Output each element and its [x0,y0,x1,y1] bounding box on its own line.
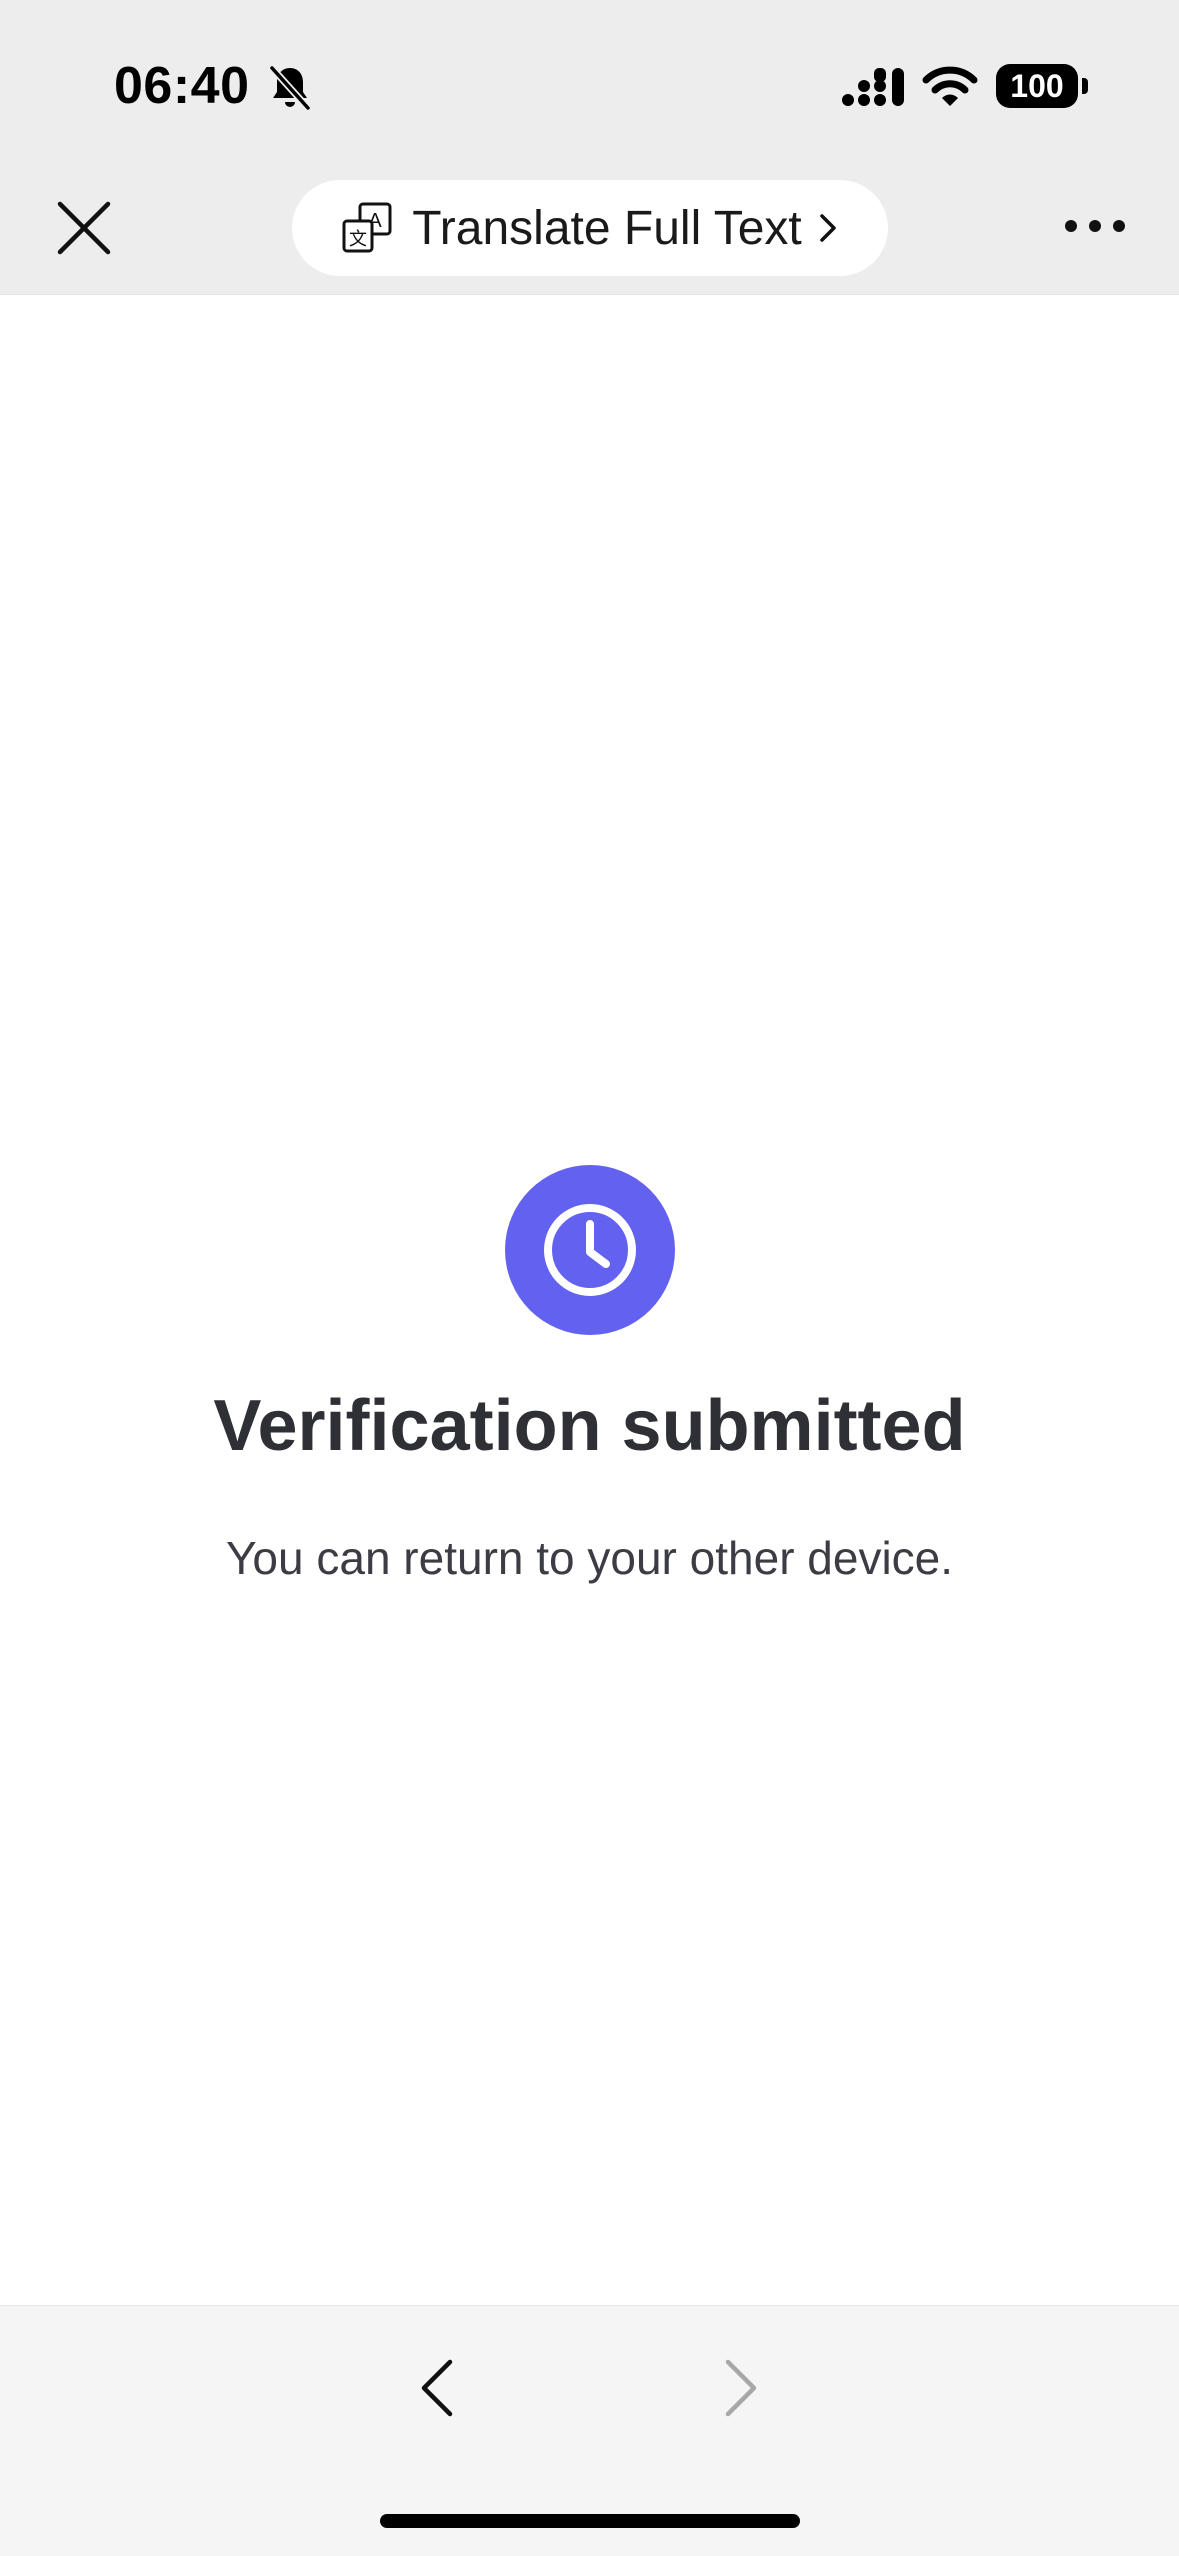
battery-tip [1082,78,1088,94]
status-time: 06:40 [114,57,250,115]
translate-full-text-button[interactable]: A 文 Translate Full Text [292,180,888,276]
chevron-right-icon [725,2359,757,2417]
top-bar: 06:40 100 A 文 Translate Full Text [0,0,1179,295]
chevron-right-small-icon [819,214,836,242]
status-badge [505,1165,675,1335]
signal-icon [842,68,904,106]
battery-icon: 100 [996,64,1078,108]
bell-off-icon [269,65,311,111]
close-icon[interactable] [52,196,116,260]
page-title: Verification submitted [213,1386,966,1466]
translate-label: Translate Full Text [412,201,802,255]
bottom-toolbar [0,2305,1179,2556]
wifi-icon [922,66,978,106]
translate-icon: A 文 [342,202,392,253]
svg-text:文: 文 [349,229,367,250]
more-icon[interactable] [1060,206,1130,246]
home-indicator[interactable] [380,2514,800,2528]
clock-icon [544,1204,636,1296]
chevron-left-icon[interactable] [400,2350,476,2426]
main-content: Verification submitted You can return to… [0,295,1179,2305]
status-message: You can return to your other device. [225,1532,954,1584]
screen: 06:40 100 A 文 Translate Full Text Verifi… [0,0,1179,2556]
